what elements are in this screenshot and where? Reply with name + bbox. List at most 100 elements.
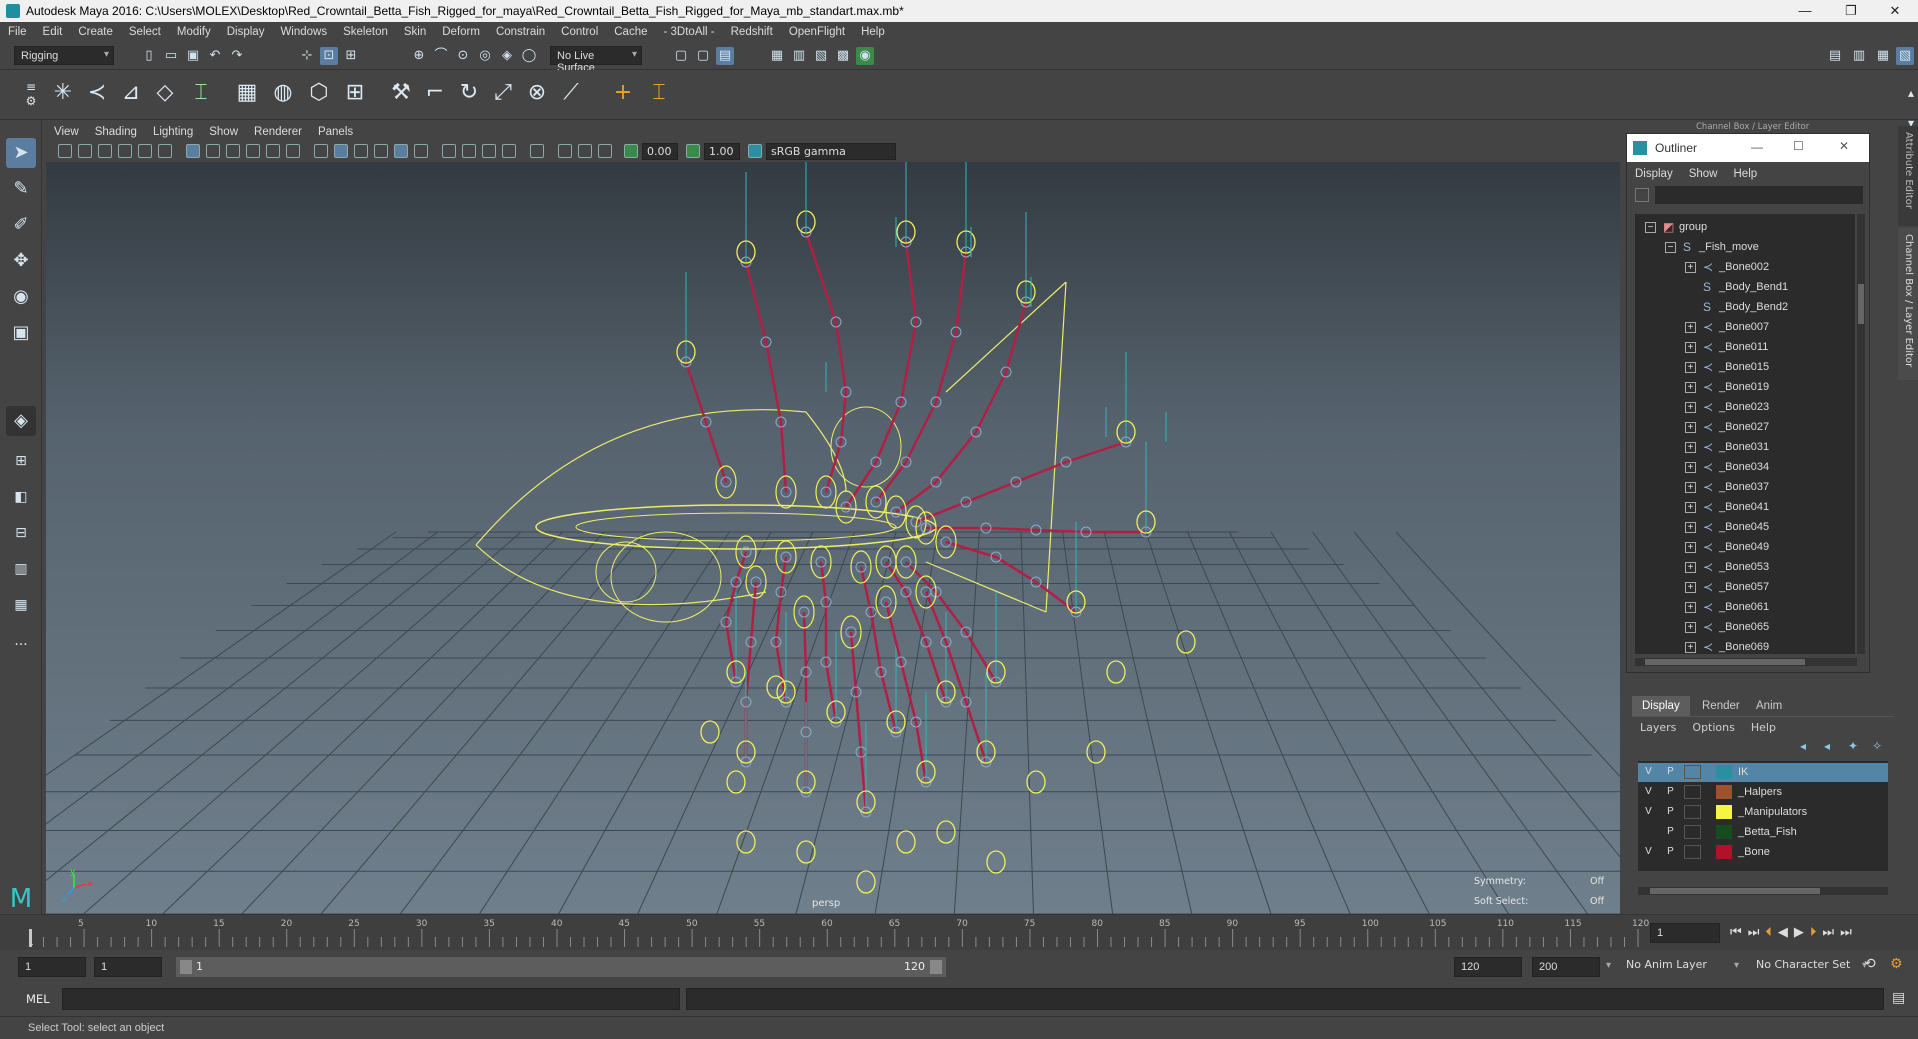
outliner-close-button[interactable]: ✕ bbox=[1839, 139, 1849, 153]
ik-spline-icon[interactable]: ⊿ bbox=[116, 78, 146, 108]
menu-display[interactable]: Display bbox=[219, 26, 273, 38]
script-editor-icon[interactable]: ▤ bbox=[1892, 990, 1905, 1006]
viewport-menu-show[interactable]: Show bbox=[201, 126, 246, 138]
layer-menu-help[interactable]: Help bbox=[1743, 721, 1784, 734]
scale-tool-icon[interactable]: ▣ bbox=[6, 318, 36, 348]
persp-graph-layout-icon[interactable]: ⊟ bbox=[6, 518, 36, 548]
xray-joint-icon[interactable] bbox=[598, 144, 612, 158]
persp-outliner-layout-icon[interactable]: ◧ bbox=[6, 482, 36, 512]
viewport-menu-view[interactable]: View bbox=[46, 126, 87, 138]
resolution-gate-icon[interactable] bbox=[226, 144, 240, 158]
layer-playback-toggle[interactable]: P bbox=[1662, 825, 1679, 839]
minimize-button[interactable]: — bbox=[1782, 0, 1828, 22]
menu-cache[interactable]: Cache bbox=[606, 26, 655, 38]
expand-toggle-icon[interactable]: + bbox=[1685, 362, 1696, 373]
outliner-minimize-button[interactable]: — bbox=[1751, 140, 1763, 154]
use-lights-icon[interactable] bbox=[414, 144, 428, 158]
menu-windows[interactable]: Windows bbox=[272, 26, 335, 38]
layer-playback-toggle[interactable]: P bbox=[1662, 765, 1679, 779]
layer-row[interactable]: V P IK bbox=[1638, 763, 1888, 782]
joint-tool-icon[interactable]: ✳ bbox=[48, 78, 78, 108]
2d-pan-zoom-icon[interactable] bbox=[138, 144, 152, 158]
expand-toggle-icon[interactable]: + bbox=[1685, 442, 1696, 453]
channel-box-toggle-icon[interactable]: ▧ bbox=[1896, 47, 1914, 65]
layer-tab-render[interactable]: Render bbox=[1692, 696, 1750, 716]
grease-pencil-icon[interactable] bbox=[158, 144, 172, 158]
outliner-item[interactable]: + ≺ _Bone011 bbox=[1635, 338, 1855, 358]
layer-display-type-toggle[interactable] bbox=[1684, 805, 1701, 819]
camera-attributes-icon[interactable] bbox=[78, 144, 92, 158]
outliner-item[interactable]: + ≺ _Bone041 bbox=[1635, 498, 1855, 518]
scene-canvas[interactable]: x y z bbox=[46, 162, 1620, 914]
menu-redshift[interactable]: Redshift bbox=[723, 26, 781, 38]
hypershade-layout-icon[interactable]: ▦ bbox=[6, 590, 36, 620]
snap-view-icon[interactable]: ◎ bbox=[476, 47, 494, 65]
layer-visibility-toggle[interactable] bbox=[1640, 825, 1657, 839]
render-settings-icon[interactable]: ▩ bbox=[834, 47, 852, 65]
layer-menu-options[interactable]: Options bbox=[1684, 721, 1742, 734]
outliner-item[interactable]: + ≺ _Bone031 bbox=[1635, 438, 1855, 458]
safe-action-icon[interactable] bbox=[286, 144, 300, 158]
outliner-hscroll-thumb[interactable] bbox=[1645, 659, 1805, 665]
play-forward-icon[interactable]: ▶ bbox=[1794, 925, 1804, 940]
redo-icon[interactable]: ↷ bbox=[228, 47, 246, 65]
start-time-field[interactable]: 1 bbox=[18, 957, 86, 977]
select-component-icon[interactable]: ⊞ bbox=[342, 47, 360, 65]
outliner-item[interactable]: + ≺ _Bone069 bbox=[1635, 638, 1855, 654]
layer-row[interactable]: V P _Bone bbox=[1638, 843, 1888, 862]
layer-visibility-toggle[interactable]: V bbox=[1640, 845, 1657, 859]
make-live-icon[interactable]: ◯ bbox=[520, 47, 538, 65]
outliner-item[interactable]: + ≺ _Bone027 bbox=[1635, 418, 1855, 438]
layer-color-swatch[interactable] bbox=[1716, 845, 1732, 859]
shadows-icon[interactable] bbox=[442, 144, 456, 158]
expand-toggle-icon[interactable]: + bbox=[1685, 562, 1696, 573]
attribute-editor-tab[interactable]: Attribute Editor bbox=[1898, 126, 1918, 226]
anim-layer-arrow-icon[interactable]: ▾ bbox=[1734, 960, 1739, 971]
shelf-tabs-icon[interactable]: ≡ ⚙ bbox=[16, 80, 46, 110]
parent-tool-icon[interactable]: ⌶ bbox=[644, 78, 674, 108]
layer-playback-toggle[interactable]: P bbox=[1662, 845, 1679, 859]
expand-toggle-icon[interactable]: + bbox=[1685, 482, 1696, 493]
snap-grid-icon[interactable]: ⊕ bbox=[410, 47, 428, 65]
paint-select-icon[interactable]: ✐ bbox=[6, 210, 36, 240]
textured-icon[interactable] bbox=[374, 144, 388, 158]
bind-skin-icon[interactable]: ▦ bbox=[232, 78, 262, 108]
layer-tab-display[interactable]: Display bbox=[1632, 696, 1690, 716]
end-time-field[interactable]: 120 bbox=[1454, 957, 1522, 977]
outliner-menu-show[interactable]: Show bbox=[1681, 168, 1726, 180]
open-scene-icon[interactable]: ▭ bbox=[162, 47, 180, 65]
layer-hscroll-thumb[interactable] bbox=[1650, 888, 1820, 894]
time-slider[interactable]: 1510152025303540455055606570758085909510… bbox=[0, 914, 1918, 950]
layer-playback-toggle[interactable]: P bbox=[1662, 805, 1679, 819]
outliner-item[interactable]: + ≺ _Bone065 bbox=[1635, 618, 1855, 638]
outliner-tree[interactable]: − ◩ group − S _Fish_move + ≺ _Bone002 S _Body_Bend… bbox=[1635, 214, 1855, 654]
range-start-handle[interactable] bbox=[180, 960, 192, 974]
layer-tab-anim[interactable]: Anim bbox=[1746, 696, 1792, 716]
menu-constrain[interactable]: Constrain bbox=[488, 26, 553, 38]
play-backward-icon[interactable]: ◀ bbox=[1778, 925, 1788, 940]
snap-surface-icon[interactable]: ◈ bbox=[498, 47, 516, 65]
perspective-viewport[interactable]: x y z persp Symmetry: Off Soft Select: O… bbox=[46, 162, 1620, 914]
layer-visibility-toggle[interactable]: V bbox=[1640, 785, 1657, 799]
outliner-item[interactable]: + ≺ _Bone034 bbox=[1635, 458, 1855, 478]
expand-toggle-icon[interactable]: + bbox=[1685, 322, 1696, 333]
xray-joints-icon[interactable] bbox=[394, 144, 408, 158]
menuset-dropdown[interactable]: Rigging bbox=[14, 46, 114, 65]
step-forward-key-icon[interactable]: ⏵ bbox=[1810, 925, 1817, 940]
outliner-search-input[interactable] bbox=[1655, 186, 1863, 204]
parent-constraint-icon[interactable]: ⊗ bbox=[522, 78, 552, 108]
outliner-item[interactable]: + ≺ _Bone007 bbox=[1635, 318, 1855, 338]
smooth-bind-icon[interactable]: ◍ bbox=[268, 78, 298, 108]
expand-toggle-icon[interactable]: + bbox=[1685, 542, 1696, 553]
anim-start-field[interactable]: 1 bbox=[94, 957, 162, 977]
xray-active-icon[interactable] bbox=[578, 144, 592, 158]
select-camera-icon[interactable] bbox=[58, 144, 72, 158]
isolate-select-icon[interactable] bbox=[530, 144, 544, 158]
outliner-item[interactable]: + ≺ _Bone023 bbox=[1635, 398, 1855, 418]
menu-openflight[interactable]: OpenFlight bbox=[781, 26, 853, 38]
render-view-icon[interactable]: ▦ bbox=[768, 47, 786, 65]
xray-icon[interactable] bbox=[558, 144, 572, 158]
gamma-icon[interactable] bbox=[686, 144, 700, 158]
range-slider[interactable]: 1 120 bbox=[176, 957, 946, 977]
layer-color-swatch[interactable] bbox=[1716, 825, 1732, 839]
